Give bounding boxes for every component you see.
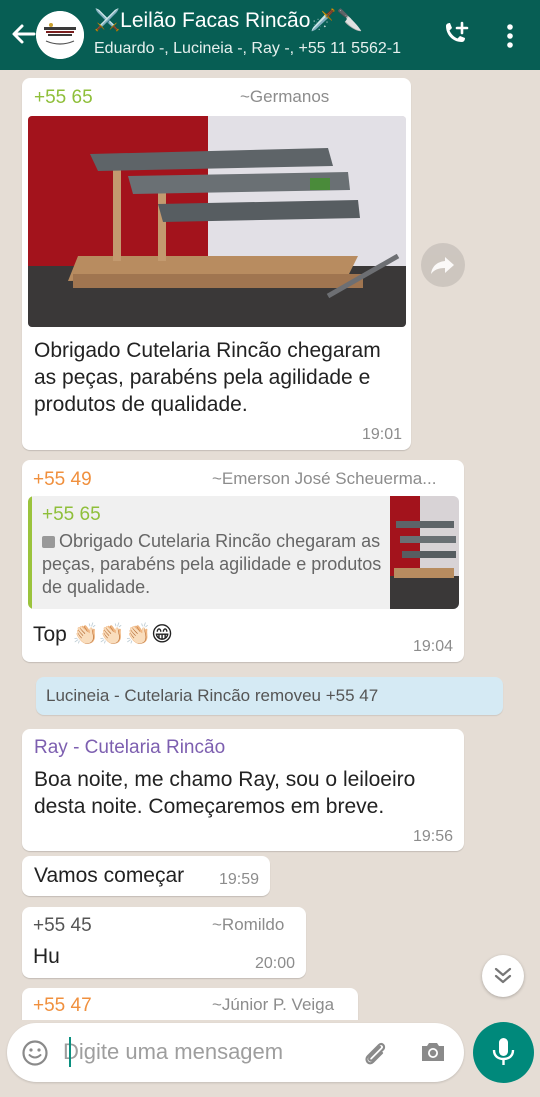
message-bubble[interactable]: Vamos começar 19:59 [22, 856, 270, 896]
share-arrow-icon [431, 257, 454, 274]
add-call-icon[interactable] [440, 20, 472, 50]
quote-bar [28, 496, 32, 609]
message-composer [7, 1023, 464, 1082]
scroll-to-bottom-button[interactable] [482, 955, 524, 997]
message-time: 19:59 [219, 871, 260, 888]
mic-icon [492, 1038, 515, 1065]
chat-title[interactable]: ⚔️Leilão Facas Rincão🗡️🔪 [94, 9, 363, 33]
message-time: 20:00 [255, 955, 296, 972]
arrow-left-icon[interactable] [8, 20, 38, 50]
paperclip-icon[interactable] [360, 1039, 390, 1067]
quoted-message[interactable]: +55 65 Obrigado Cutelaria Rincão chegara… [28, 496, 459, 609]
sender-number[interactable]: +55 49 [33, 469, 92, 491]
message-bubble[interactable]: +55 49 ~Emerson José Scheuerma... +55 65… [22, 460, 464, 662]
message-text: Vamos começar [34, 864, 185, 887]
message-time: 19:04 [413, 638, 454, 655]
message-bubble[interactable]: +55 45 ~Romildo Hu 20:00 [22, 907, 306, 978]
smile-icon[interactable] [21, 1039, 49, 1067]
mic-button[interactable] [473, 1022, 534, 1083]
system-message: Lucineia - Cutelaria Rincão removeu +55 … [36, 677, 503, 715]
chat-header: ⚔️Leilão Facas Rincão🗡️🔪 Eduardo -, Luci… [0, 0, 540, 70]
group-knife-logo [36, 11, 84, 59]
message-image[interactable] [28, 116, 406, 327]
sender-name: ~Romildo [212, 915, 285, 934]
knife-thumbnail [390, 496, 459, 609]
message-time: 19:56 [413, 828, 454, 845]
image-icon [42, 536, 55, 549]
forward-button[interactable] [421, 243, 465, 287]
message-text: Hu [33, 945, 60, 968]
chat-area: +55 65 ~Germanos Obrigado Cutelaria Rinc… [0, 70, 540, 1020]
sender-number[interactable]: +55 47 [33, 995, 92, 1017]
quote-text-content: Obrigado Cutelaria Rincão chegaram as pe… [42, 531, 382, 597]
message-bubble[interactable]: Ray - Cutelaria Rincão Boa noite, me cha… [22, 729, 464, 851]
sender-number[interactable]: +55 65 [34, 87, 93, 109]
double-chevron-down-icon [494, 967, 512, 984]
message-bubble[interactable]: +55 65 ~Germanos Obrigado Cutelaria Rinc… [22, 78, 411, 450]
quote-text: Obrigado Cutelaria Rincão chegaram as pe… [42, 530, 382, 599]
quote-sender: +55 65 [42, 504, 101, 525]
group-avatar[interactable] [36, 11, 84, 59]
sender-name: ~Emerson José Scheuerma... [212, 469, 437, 488]
quote-thumbnail [390, 496, 459, 609]
system-message-text: Lucineia - Cutelaria Rincão removeu +55 … [46, 686, 379, 705]
sender-name: ~Júnior P. Veiga [212, 995, 335, 1014]
sender-name[interactable]: Ray - Cutelaria Rincão [34, 737, 225, 759]
message-text: Top 👏🏻👏🏻👏🏻😁 [33, 623, 174, 646]
text-caret [69, 1037, 71, 1067]
message-text: Obrigado Cutelaria Rincão chegaram as pe… [34, 339, 381, 416]
chat-participants[interactable]: Eduardo -, Lucineia -, Ray -, +55 11 556… [94, 40, 424, 58]
more-vertical-icon[interactable] [500, 22, 520, 50]
message-time: 19:01 [362, 426, 403, 443]
camera-icon[interactable] [419, 1039, 447, 1065]
message-text: Boa noite, me chamo Ray, sou o leiloeiro… [34, 768, 416, 818]
sender-name: ~Germanos [240, 87, 330, 106]
message-input[interactable] [63, 1035, 353, 1069]
knife-stand-photo [28, 116, 406, 327]
sender-number[interactable]: +55 45 [33, 915, 92, 937]
message-bubble[interactable]: +55 47 ~Júnior P. Veiga [22, 988, 358, 1020]
